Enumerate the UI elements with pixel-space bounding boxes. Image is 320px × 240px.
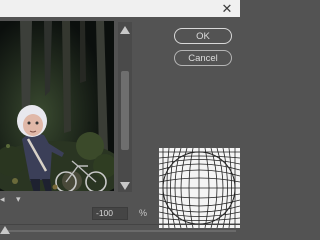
vertical-scrollbar[interactable]: [118, 22, 132, 192]
scroll-up-arrow-icon[interactable]: [120, 26, 130, 34]
percent-unit-label: %: [139, 208, 148, 218]
scroll-left-arrow-icon[interactable]: ◂: [0, 195, 5, 204]
preview-photo: [0, 21, 114, 191]
distortion-grid-preview: [159, 148, 240, 228]
amount-slider-thumb[interactable]: [0, 226, 10, 234]
ok-button[interactable]: OK: [174, 28, 232, 44]
scroll-thumb[interactable]: [121, 71, 129, 150]
horizontal-scroll-arrows: ◂ ▾: [0, 193, 30, 204]
title-bar: ✕: [0, 0, 240, 17]
scroll-down-arrow-icon[interactable]: [120, 182, 130, 190]
amount-input[interactable]: -100: [92, 207, 128, 220]
scroll-right-arrow-icon[interactable]: ▾: [16, 195, 21, 204]
cancel-button[interactable]: Cancel: [174, 50, 232, 66]
close-icon[interactable]: ✕: [220, 1, 234, 15]
amount-slider-track[interactable]: [4, 230, 236, 232]
spherize-grid: [159, 148, 240, 228]
divider: [0, 224, 240, 225]
image-preview[interactable]: [0, 21, 114, 191]
